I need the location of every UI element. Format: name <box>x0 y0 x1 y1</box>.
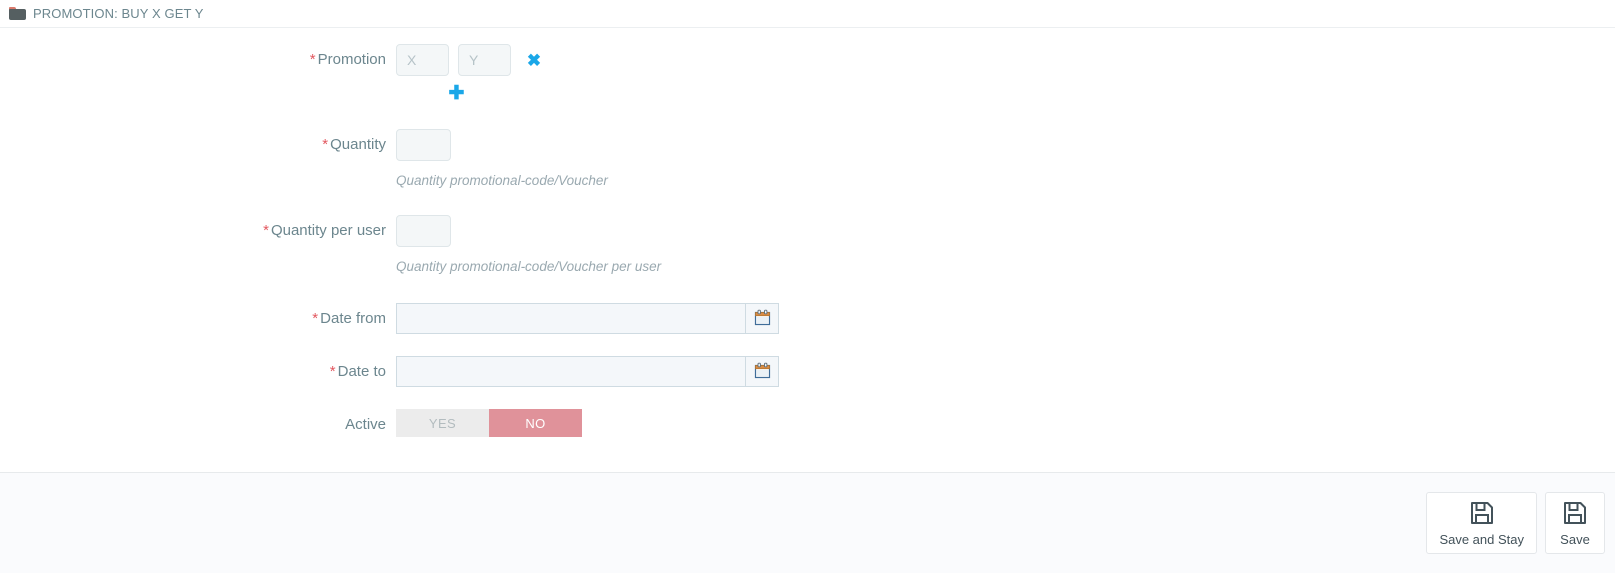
form-row-date-from: * Date from <box>0 303 1615 335</box>
date-to-controls <box>396 356 1615 388</box>
save-button[interactable]: Save <box>1545 492 1605 554</box>
label-active-text: Active <box>345 416 386 434</box>
save-and-stay-button[interactable]: Save and Stay <box>1426 492 1537 554</box>
active-toggle-no[interactable]: NO <box>489 409 582 438</box>
label-promotion-text: Promotion <box>317 51 386 68</box>
date-to-input[interactable] <box>396 356 745 388</box>
promotion-controls: ✖ ✚ <box>396 44 1615 103</box>
required-marker: * <box>309 51 316 68</box>
date-from-controls <box>396 303 1615 335</box>
promotion-form: *Promotion ✖ ✚ *Quantity Quantity promot… <box>0 28 1615 472</box>
required-marker: * <box>263 222 269 240</box>
save-label: Save <box>1560 532 1590 547</box>
folder-icon <box>9 7 26 20</box>
calendar-icon <box>754 362 771 382</box>
label-quantity-per-user: * Quantity per user <box>0 215 396 247</box>
active-toggle-yes[interactable]: YES <box>396 409 489 438</box>
date-to-input-group <box>396 356 779 388</box>
form-row-active: Active YES NO <box>0 409 1615 441</box>
quantity-per-user-input[interactable] <box>396 215 451 248</box>
quantity-input[interactable] <box>396 129 451 161</box>
floppy-disk-icon <box>1562 500 1588 529</box>
date-from-input[interactable] <box>396 303 745 335</box>
promotion-x-input[interactable] <box>396 44 449 76</box>
form-row-quantity-per-user: * Quantity per user Quantity promotional-… <box>0 215 1615 275</box>
date-from-calendar-button[interactable] <box>745 303 779 335</box>
label-date-to-text: Date to <box>337 363 386 381</box>
label-date-from-text: Date from <box>320 310 386 328</box>
promotion-pair-row: ✖ <box>396 44 1615 76</box>
save-and-stay-label: Save and Stay <box>1439 532 1524 547</box>
label-date-to: * Date to <box>0 356 396 388</box>
panel-footer: Save and Stay Save <box>0 472 1615 573</box>
form-row-date-to: * Date to <box>0 356 1615 388</box>
form-row-promotion: *Promotion ✖ ✚ <box>0 44 1615 103</box>
quantity-help-text: Quantity promotional-code/Voucher <box>396 173 608 188</box>
label-promotion: * Promotion <box>0 44 396 76</box>
required-marker: * <box>312 310 319 328</box>
active-toggle[interactable]: YES NO <box>396 409 582 438</box>
label-active: Active <box>0 409 396 441</box>
active-controls: YES NO <box>396 409 1615 438</box>
calendar-icon <box>754 309 771 329</box>
add-promotion-row: ✚ <box>396 84 517 103</box>
quantity-per-user-controls: Quantity promotional-code/Voucher per us… <box>396 215 1615 275</box>
quantity-controls: Quantity promotional-code/Voucher <box>396 129 1615 189</box>
form-row-quantity: * Quantity Quantity promotional-code/Vouc… <box>0 129 1615 189</box>
label-quantity: * Quantity <box>0 129 396 161</box>
promotion-y-input[interactable] <box>458 44 511 76</box>
date-to-calendar-button[interactable] <box>745 356 779 388</box>
page-title: PROMOTION: BUY X GET Y <box>33 6 204 21</box>
required-marker: * <box>329 363 336 381</box>
label-quantity-text: Quantity <box>330 136 386 153</box>
label-date-from: * Date from <box>0 303 396 335</box>
add-promotion-icon[interactable]: ✚ <box>448 84 466 103</box>
quantity-per-user-help-text: Quantity promotional-code/Voucher per us… <box>396 259 662 275</box>
date-from-input-group <box>396 303 779 335</box>
remove-promotion-icon[interactable]: ✖ <box>525 51 543 69</box>
required-marker: * <box>322 136 329 153</box>
floppy-disk-icon <box>1469 500 1495 529</box>
label-quantity-per-user-text: Quantity per user <box>270 222 386 240</box>
panel-header: PROMOTION: BUY X GET Y <box>0 0 1615 28</box>
